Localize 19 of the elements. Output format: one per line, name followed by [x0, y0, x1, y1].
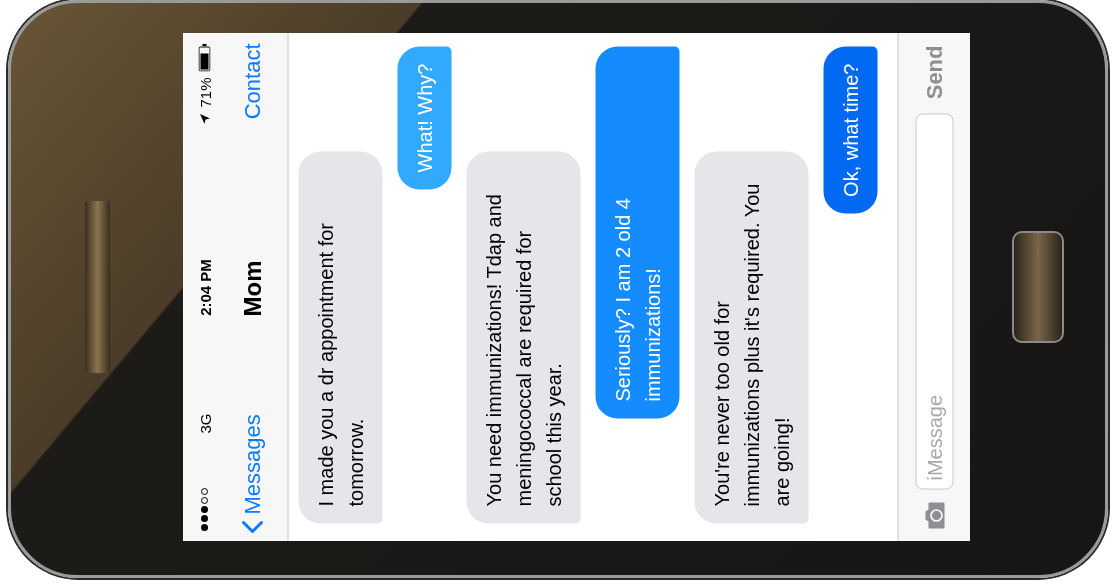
home-button[interactable]: [1011, 231, 1064, 343]
back-link[interactable]: Messages: [239, 383, 265, 533]
location-arrow-icon: [198, 113, 210, 125]
message-bubble: You're never too old for immunizations plus it's required. You are going!: [694, 151, 808, 523]
camera-icon[interactable]: [923, 501, 945, 529]
message-bubble: You need immunizations! Tdap and meningococcal are required for school this year.: [466, 151, 580, 523]
status-time: 2:04 PM: [195, 258, 213, 316]
network-type: 3G: [195, 413, 213, 433]
battery-percent: 71%: [195, 77, 213, 108]
chevron-left-icon: [241, 520, 263, 533]
battery-icon: [198, 43, 210, 71]
conversation-title: Mom: [238, 260, 266, 316]
message-bubble: Seriously? I am 2 old 4 immunizations!: [595, 46, 679, 418]
message-bubble: Ok, what time?: [823, 46, 877, 214]
message-bubble: I made you a dr appointment for tomorrow.: [298, 151, 382, 523]
message-input-field[interactable]: iMessage: [915, 112, 953, 489]
message-bubble: What! Why?: [397, 46, 451, 189]
signal-icon: [200, 487, 208, 531]
contact-link[interactable]: Contact: [239, 43, 265, 193]
